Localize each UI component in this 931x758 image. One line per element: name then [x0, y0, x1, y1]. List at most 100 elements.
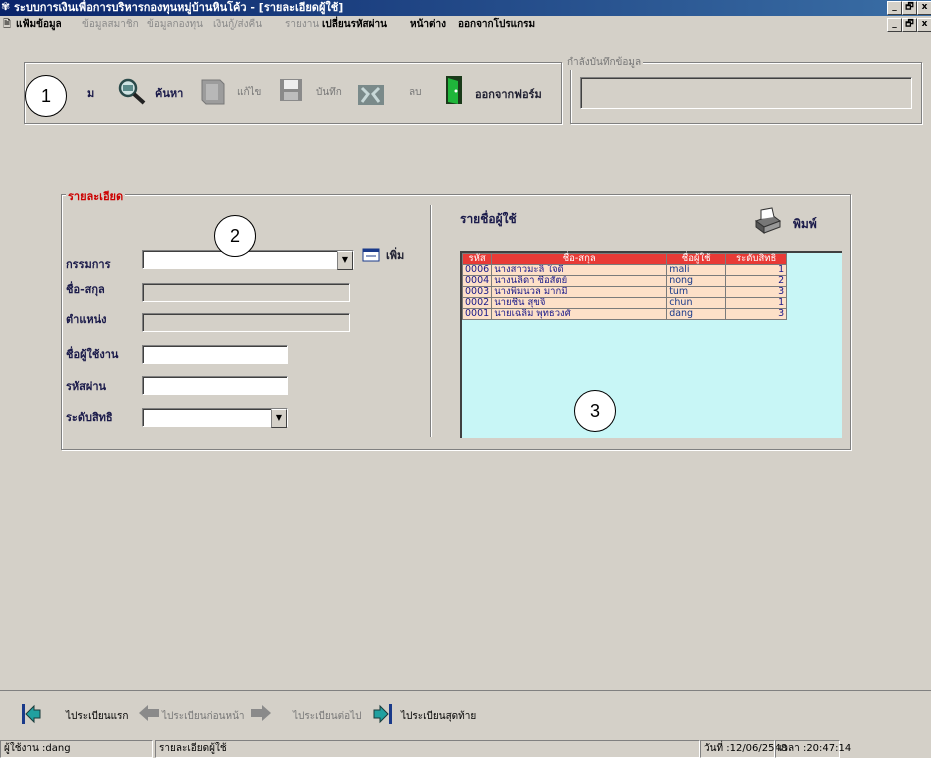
chevron-down-icon[interactable]: ▼	[337, 251, 353, 270]
menu-members[interactable]: ข้อมูลสมาชิก	[82, 16, 139, 33]
cell-level[interactable]: 1	[725, 264, 788, 276]
saving-status-field	[580, 77, 912, 109]
delete-label[interactable]: ลบ	[409, 85, 421, 100]
divider	[430, 205, 432, 437]
user-table: รหัส ชื่อ-สกุล ชื่อผู้ใช้ ระดับสิทธิ 000…	[461, 253, 788, 320]
cell-level[interactable]: 3	[725, 286, 788, 298]
menu-change-password[interactable]: เปลี่ยนรหัสผ่าน	[322, 16, 387, 33]
add-committee-label: เพิ่ม	[386, 249, 405, 262]
menu-loan[interactable]: เงินกู้/ส่งคืน	[213, 16, 262, 33]
column-header-name[interactable]: ชื่อ-สกุล	[491, 253, 668, 265]
user-grid[interactable]: รหัส ชื่อ-สกุล ชื่อผู้ใช้ ระดับสิทธิ 000…	[460, 251, 842, 438]
cell-id[interactable]: 0003	[461, 286, 493, 298]
edit-icon[interactable]	[198, 76, 228, 106]
next-record-icon[interactable]	[250, 704, 272, 722]
cell-name[interactable]: นายชื่น สุขจิ	[491, 297, 668, 309]
prev-record-label[interactable]: ไประเบียนก่อนหน้า	[162, 709, 245, 724]
name-field[interactable]	[142, 283, 350, 302]
menu-file[interactable]: แฟ้มข้อมูล	[16, 16, 62, 33]
cell-name[interactable]: นางนลิดา ซื่อสัตย์	[491, 275, 668, 287]
table-row[interactable]: 0001 นายเฉลิม พุทธวงศ์ dang 3	[461, 308, 788, 320]
chevron-down-icon[interactable]: ▼	[271, 409, 287, 428]
cell-name[interactable]: นางสาวมะลิ ใจดี	[491, 264, 668, 276]
add-committee-button[interactable]: เพิ่ม	[362, 244, 418, 264]
cell-name[interactable]: นางพิมนวล มากมี	[491, 286, 668, 298]
restore-icon[interactable]: 🗗	[902, 1, 917, 15]
mdi-restore-icon[interactable]: 🗗	[902, 18, 917, 32]
username-label: ชื่อผู้ใช้งาน	[66, 348, 119, 361]
status-time: เวลา :20:47:14	[775, 740, 851, 758]
cell-username[interactable]: mali	[666, 264, 727, 276]
cell-id[interactable]: 0004	[461, 275, 493, 287]
details-legend: รายละเอียด	[66, 187, 126, 205]
prev-record-icon[interactable]	[138, 704, 160, 722]
save-label[interactable]: บันทึก	[316, 85, 342, 100]
annotation-circle-3: 3	[574, 390, 616, 432]
edit-label[interactable]: แก้ไข	[237, 85, 261, 100]
access-level-dropdown[interactable]: ▼	[142, 408, 288, 428]
password-input[interactable]	[142, 376, 288, 395]
first-record-label[interactable]: ไประเบียนแรก	[66, 709, 128, 724]
user-list-title: รายชื่อผู้ใช้	[460, 212, 517, 226]
menu-window[interactable]: หน้าต่าง	[410, 16, 446, 33]
exit-form-label[interactable]: ออกจากฟอร์ม	[475, 85, 542, 103]
save-icon[interactable]	[278, 77, 304, 103]
table-row[interactable]: 0002 นายชื่น สุขจิ chun 1	[461, 297, 788, 309]
name-label: ชื่อ-สกุล	[66, 283, 105, 296]
print-label[interactable]: พิมพ์	[793, 215, 817, 234]
username-input[interactable]	[142, 345, 288, 364]
cell-id[interactable]: 0001	[461, 308, 493, 320]
cell-username[interactable]: dang	[666, 308, 727, 320]
saving-status-legend: กำลังบันทึกข้อมูล	[565, 55, 644, 70]
cell-username[interactable]: nong	[666, 275, 727, 287]
status-form: รายละเอียดผู้ใช้	[155, 740, 700, 758]
cell-name[interactable]: นายเฉลิม พุทธวงศ์	[491, 308, 668, 320]
exit-door-icon[interactable]	[444, 74, 466, 106]
committee-dropdown[interactable]: ▼	[142, 250, 354, 270]
annotation-circle-1: 1	[25, 75, 67, 117]
column-header-id[interactable]: รหัส	[461, 253, 493, 265]
cell-level[interactable]: 1	[725, 297, 788, 309]
app-icon[interactable]: ✾	[1, 1, 13, 13]
search-icon[interactable]	[116, 77, 148, 105]
status-user: ผู้ใช้งาน :dang	[0, 740, 153, 758]
mdi-minimize-icon[interactable]: _	[887, 18, 902, 32]
close-icon[interactable]: x	[917, 1, 931, 15]
password-label: รหัสผ่าน	[66, 380, 107, 393]
column-header-level[interactable]: ระดับสิทธิ	[725, 253, 788, 265]
position-label: ตำแหน่ง	[66, 313, 107, 326]
minimize-icon[interactable]: _	[887, 1, 902, 15]
user-table-body: 0006 นางสาวมะลิ ใจดี mali 1 0004 นางนลิดา ซื่…	[461, 264, 788, 320]
table-row[interactable]: 0003 นางพิมนวล มากมี tum 3	[461, 286, 788, 298]
access-level-label: ระดับสิทธิ	[66, 411, 113, 424]
menu-bar: 🗎 แฟ้มข้อมูล ข้อมูลสมาชิก ข้อมูลกองทุน เ…	[0, 16, 931, 33]
menu-fund[interactable]: ข้อมูลกองทุน	[147, 16, 203, 33]
first-record-icon[interactable]	[22, 702, 42, 726]
position-field[interactable]	[142, 313, 350, 332]
cell-username[interactable]: tum	[666, 286, 727, 298]
column-header-username[interactable]: ชื่อผู้ใช้	[666, 253, 727, 265]
table-header-row: รหัส ชื่อ-สกุล ชื่อผู้ใช้ ระดับสิทธิ	[461, 253, 788, 265]
annotation-circle-2: 2	[214, 215, 256, 257]
status-date: วันที่ :12/06/2548	[700, 740, 787, 758]
delete-icon[interactable]	[357, 84, 385, 106]
title-bar[interactable]: ✾ ระบบการเงินเพื่อการบริหารกองทุนหมู่บ้า…	[0, 0, 931, 16]
menu-report[interactable]: รายงาน	[285, 16, 319, 33]
cell-level[interactable]: 2	[725, 275, 788, 287]
last-record-label[interactable]: ไประเบียนสุดท้าย	[401, 709, 476, 724]
search-label[interactable]: ค้นหา	[155, 84, 183, 102]
add-label[interactable]: ม	[87, 84, 94, 102]
table-row[interactable]: 0004 นางนลิดา ซื่อสัตย์ nong 2	[461, 275, 788, 287]
cell-id[interactable]: 0006	[461, 264, 493, 276]
table-row[interactable]: 0006 นางสาวมะลิ ใจดี mali 1	[461, 264, 788, 276]
printer-icon[interactable]	[752, 207, 782, 237]
window-title: ระบบการเงินเพื่อการบริหารกองทุนหมู่บ้านห…	[14, 1, 344, 14]
mdi-close-icon[interactable]: x	[917, 18, 931, 32]
cell-username[interactable]: chun	[666, 297, 727, 309]
last-record-icon[interactable]	[372, 702, 392, 726]
next-record-label[interactable]: ไประเบียนต่อไป	[293, 709, 361, 724]
cell-level[interactable]: 3	[725, 308, 788, 320]
cell-id[interactable]: 0002	[461, 297, 493, 309]
menu-exit[interactable]: ออกจากโปรแกรม	[458, 16, 535, 33]
doc-icon[interactable]: 🗎	[3, 16, 11, 33]
